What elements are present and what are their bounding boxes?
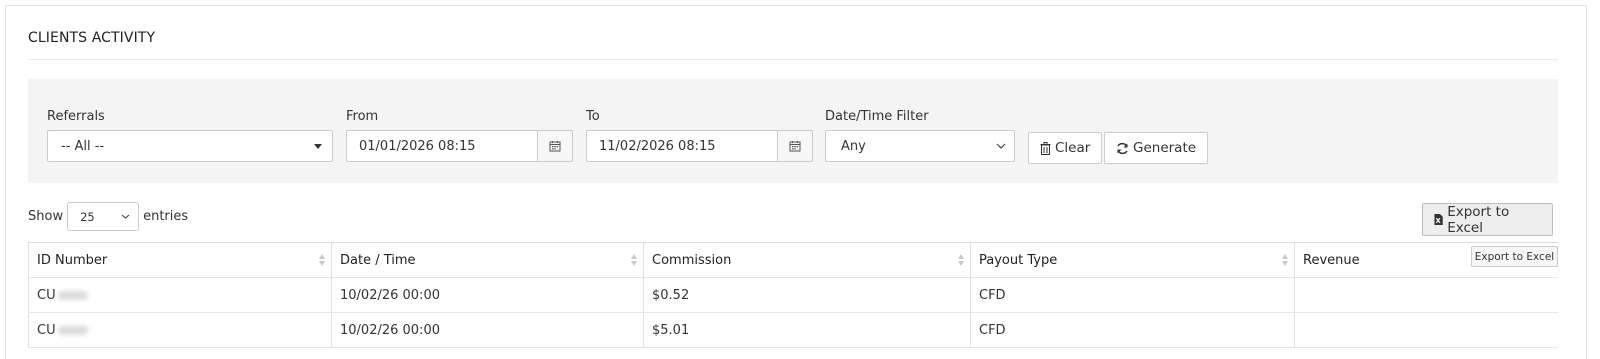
cell-payout-type: CFD bbox=[970, 278, 1294, 312]
column-header-date-time[interactable]: Date / Time bbox=[331, 243, 643, 277]
redacted-id bbox=[57, 290, 88, 300]
export-label: Export to Excel bbox=[1447, 203, 1510, 236]
show-label: Show bbox=[28, 209, 64, 224]
table-row: CU 10/02/26 00:00 $5.01 CFD bbox=[28, 313, 1558, 348]
sort-icon bbox=[1282, 254, 1288, 266]
export-tooltip: Export to Excel bbox=[1471, 246, 1558, 267]
entries-value: 25 bbox=[80, 209, 95, 224]
refresh-icon bbox=[1117, 142, 1128, 154]
chevron-down-icon bbox=[121, 214, 130, 219]
cell-id-number: CU bbox=[28, 278, 331, 312]
from-group: From 01/01/2026 08:15 bbox=[346, 109, 573, 162]
datetime-filter-value: Any bbox=[841, 138, 866, 154]
table-row: CU 10/02/26 00:00 $0.52 CFD bbox=[28, 278, 1558, 313]
cell-commission: $5.01 bbox=[643, 313, 970, 347]
clients-activity-panel: CLIENTS ACTIVITY Referrals -- All -- Fro… bbox=[5, 5, 1587, 359]
to-group: To 11/02/2026 08:15 bbox=[586, 109, 813, 162]
to-calendar-button[interactable] bbox=[777, 130, 813, 162]
page-title: CLIENTS ACTIVITY bbox=[28, 30, 156, 46]
column-header-label: Payout Type bbox=[979, 252, 1058, 268]
chevron-down-icon bbox=[996, 143, 1006, 149]
from-label: From bbox=[346, 109, 379, 124]
column-header-id-number[interactable]: ID Number bbox=[28, 243, 331, 277]
cell-date-time: 10/02/26 00:00 bbox=[331, 313, 643, 347]
generate-button[interactable]: Generate bbox=[1104, 132, 1209, 164]
cell-revenue bbox=[1294, 278, 1558, 312]
cell-commission: $0.52 bbox=[643, 278, 970, 312]
sort-icon bbox=[319, 254, 325, 266]
redacted-id bbox=[57, 325, 88, 335]
filter-bar: Referrals -- All -- From 01/01/2026 08:1… bbox=[28, 79, 1558, 183]
referrals-group: Referrals -- All -- bbox=[47, 109, 333, 162]
calendar-icon bbox=[789, 141, 801, 152]
sort-icon bbox=[631, 254, 637, 266]
cell-payout-type: CFD bbox=[970, 313, 1294, 347]
column-header-commission[interactable]: Commission bbox=[643, 243, 970, 277]
clients-table: ID Number Date / Time Commission Payout … bbox=[28, 242, 1558, 348]
entries-select[interactable]: 25 bbox=[67, 202, 140, 231]
calendar-icon bbox=[549, 141, 561, 152]
clear-label: Clear bbox=[1055, 140, 1091, 156]
referrals-select[interactable]: -- All -- bbox=[47, 130, 333, 162]
to-label: To bbox=[586, 109, 600, 124]
referrals-value: -- All -- bbox=[61, 138, 105, 154]
column-header-label: Revenue bbox=[1303, 252, 1360, 268]
sort-icon bbox=[958, 254, 964, 266]
datetime-filter-group: Date/Time Filter Any bbox=[825, 109, 1015, 162]
datetime-filter-label: Date/Time Filter bbox=[825, 109, 929, 124]
referrals-label: Referrals bbox=[47, 109, 105, 124]
column-header-label: Commission bbox=[652, 252, 732, 268]
caret-down-icon bbox=[314, 143, 322, 149]
id-prefix: CU bbox=[37, 287, 56, 303]
column-header-payout-type[interactable]: Payout Type bbox=[970, 243, 1294, 277]
table-header-row: ID Number Date / Time Commission Payout … bbox=[28, 243, 1558, 278]
column-header-label: ID Number bbox=[37, 252, 108, 268]
datetime-filter-select[interactable]: Any bbox=[825, 130, 1015, 162]
from-calendar-button[interactable] bbox=[537, 130, 573, 162]
title-divider bbox=[28, 59, 1558, 60]
cell-id-number: CU bbox=[28, 313, 331, 347]
cell-revenue bbox=[1294, 313, 1558, 347]
length-menu: Show 25 entries bbox=[28, 202, 188, 231]
id-prefix: CU bbox=[37, 322, 56, 338]
column-header-label: Date / Time bbox=[340, 252, 416, 268]
from-date-input[interactable]: 01/01/2026 08:15 bbox=[346, 130, 537, 162]
cell-date-time: 10/02/26 00:00 bbox=[331, 278, 643, 312]
trash-icon bbox=[1040, 141, 1051, 155]
entries-label: entries bbox=[143, 209, 189, 224]
generate-label: Generate bbox=[1133, 140, 1197, 156]
export-excel-button[interactable]: Export to Excel bbox=[1422, 203, 1553, 236]
excel-file-icon bbox=[1434, 213, 1443, 226]
to-date-input[interactable]: 11/02/2026 08:15 bbox=[586, 130, 777, 162]
clear-button[interactable]: Clear bbox=[1028, 132, 1103, 164]
